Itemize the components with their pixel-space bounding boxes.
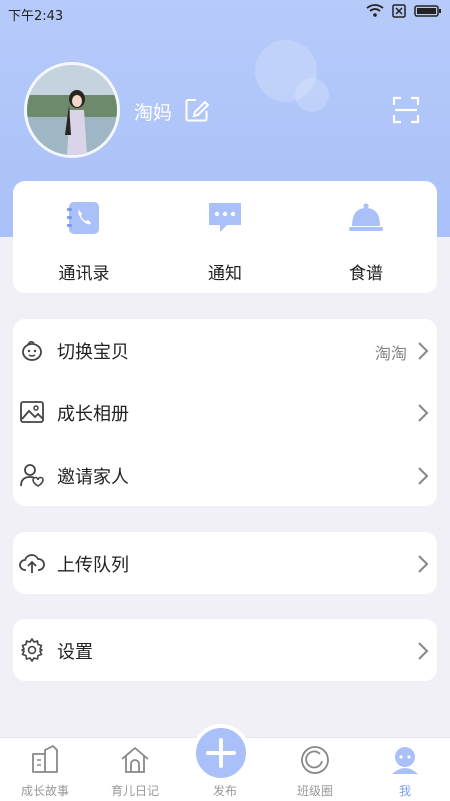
status-bar: 下午2:43 (0, 0, 450, 26)
bottom-tab-bar: 成长故事 育儿日记 发布 班级圈 我 (0, 724, 450, 801)
publish-button[interactable] (192, 724, 250, 782)
recipe-icon (347, 199, 385, 241)
notification-icon (206, 199, 244, 241)
contacts-icon (65, 199, 103, 241)
upload-menu-card: 上传队列 (13, 532, 437, 594)
tab-label: 我 (398, 784, 411, 798)
quick-action-notification[interactable]: 通知 (154, 181, 296, 293)
menu-row-label: 切换宝贝 (57, 342, 129, 363)
menu-row-label: 成长相册 (57, 404, 129, 425)
growth-story-icon (29, 744, 61, 780)
tab-label: 成长故事 (20, 784, 69, 798)
photo-album-icon (19, 399, 45, 429)
tab-label: 育儿日记 (110, 784, 159, 798)
tab-growth-story[interactable]: 成长故事 (0, 738, 90, 801)
baby-face-icon (19, 337, 45, 367)
quick-action-label: 通讯录 (58, 264, 110, 284)
no-sim-icon (392, 4, 406, 18)
menu-row-switch-baby[interactable]: 切换宝贝 淘淘 (13, 319, 437, 381)
menu-row-label: 上传队列 (57, 555, 129, 576)
avatar[interactable] (24, 62, 120, 158)
quick-action-recipe[interactable]: 食谱 (295, 181, 437, 293)
current-baby-name: 淘淘 (374, 344, 407, 363)
tab-label: 发布 (212, 784, 237, 798)
battery-icon (414, 5, 441, 17)
quick-action-label: 通知 (208, 264, 242, 284)
class-circle-icon (299, 744, 331, 780)
menu-row-upload-queue[interactable]: 上传队列 (13, 532, 437, 594)
tab-publish[interactable]: 发布 (180, 724, 270, 801)
me-icon (389, 744, 421, 780)
quick-action-label: 食谱 (349, 264, 383, 284)
username: 淘妈 (134, 102, 173, 124)
settings-menu-card: 设置 (13, 619, 437, 681)
quick-action-contacts[interactable]: 通讯录 (13, 181, 155, 293)
quick-actions-card: 通讯录 通知 食谱 (13, 181, 437, 293)
menu-row-growth-album[interactable]: 成长相册 (13, 381, 437, 443)
edit-profile-icon[interactable] (184, 97, 210, 127)
cloud-upload-icon (19, 550, 45, 580)
status-time: 下午2:43 (8, 9, 64, 24)
chevron-right-icon (417, 554, 429, 578)
menu-row-settings[interactable]: 设置 (13, 619, 437, 681)
gear-icon (19, 637, 45, 667)
chevron-right-icon (417, 341, 429, 365)
menu-row-invite-family[interactable]: 邀请家人 (13, 444, 437, 506)
menu-row-label: 邀请家人 (57, 467, 129, 488)
menu-row-label: 设置 (57, 642, 93, 663)
home-icon (119, 744, 151, 780)
status-icons (366, 4, 442, 18)
chevron-right-icon (417, 466, 429, 490)
plus-icon (206, 738, 236, 768)
tab-label: 班级圈 (296, 784, 333, 798)
decor-bubble (295, 78, 329, 112)
tab-class-circle[interactable]: 班级圈 (270, 738, 360, 801)
wifi-icon (366, 4, 384, 17)
chevron-right-icon (417, 403, 429, 427)
chevron-right-icon (417, 641, 429, 665)
invite-user-icon (19, 462, 45, 492)
scan-qr-icon[interactable] (392, 96, 420, 128)
tab-parenting-diary[interactable]: 育儿日记 (90, 738, 180, 801)
baby-menu-card: 切换宝贝 淘淘 成长相册 邀请家人 (13, 319, 437, 506)
tab-me[interactable]: 我 (360, 738, 450, 801)
